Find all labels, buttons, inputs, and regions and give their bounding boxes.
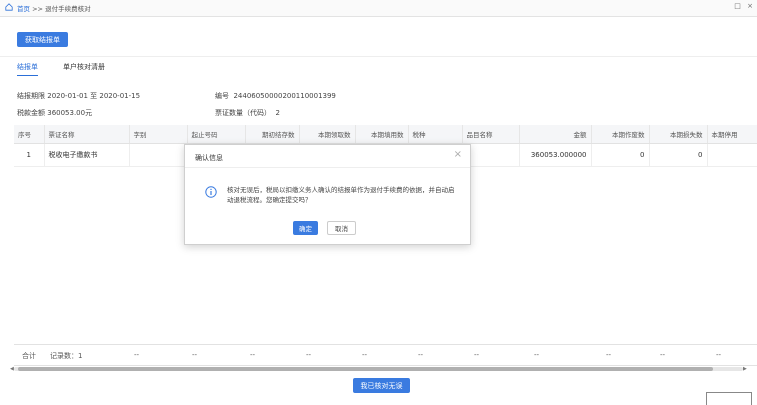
cell-type: [129, 143, 188, 167]
col-header[interactable]: 序号: [14, 125, 45, 144]
col-header[interactable]: 本期损失数: [649, 125, 708, 144]
amount-value: 360053.00元: [47, 109, 93, 117]
col-header[interactable]: 期初结存数: [245, 125, 300, 144]
dialog-title: 确认信息: [195, 154, 223, 162]
period-info: 结报期限 2020-01-01 至 2020-01-15: [17, 91, 140, 101]
col-header[interactable]: 金额: [519, 125, 592, 144]
totals-label: 合计: [22, 352, 36, 360]
cell-voided: 0: [591, 143, 650, 167]
close-icon[interactable]: ×: [454, 149, 462, 160]
breadcrumb: 首页 >> 退付手续费核对: [17, 3, 91, 13]
stamp-graphic: [706, 392, 752, 405]
home-icon[interactable]: [5, 3, 13, 11]
period-value: 2020-01-01 至 2020-01-15: [47, 92, 141, 100]
confirm-dialog: 确认信息 × 核对无误后，税局以扣缴义务人确认的结报单作为退付手续费的依据，并自…: [184, 144, 471, 245]
scrollbar-thumb[interactable]: [18, 367, 713, 371]
number-label: 编号: [215, 92, 229, 100]
totals-dash: --: [660, 351, 666, 359]
cell-amount: 360053.000000: [519, 143, 592, 167]
top-bar: 首页 >> 退付手续费核对 □ ×: [0, 0, 757, 17]
tab-settlement[interactable]: 结报单: [17, 62, 38, 76]
record-count: 记录数：1: [50, 352, 83, 360]
totals-dash: --: [474, 351, 480, 359]
col-header[interactable]: 本期停用: [707, 125, 757, 144]
number-info: 编号 244060500002001100013​99: [215, 91, 336, 101]
scroll-right-icon[interactable]: ▶: [743, 366, 747, 372]
totals-row: 合计 记录数：1 -- -- -- -- -- -- -- -- -- -- -…: [14, 344, 757, 366]
col-header[interactable]: 本期作废数: [591, 125, 650, 144]
col-header[interactable]: 品目名称: [462, 125, 520, 144]
col-header[interactable]: 本期领取数: [299, 125, 356, 144]
dialog-divider: [185, 167, 470, 168]
dialog-message: 核对无误后，税局以扣缴义务人确认的结报单作为退付手续费的依据，并自动启动退税流程…: [227, 186, 455, 204]
cancel-button[interactable]: 取消: [327, 221, 356, 235]
col-header[interactable]: 字别: [129, 125, 188, 144]
ticket-count-label: 票证数量（代码）: [215, 109, 271, 117]
amount-info: 税款金额 360053.00元: [17, 108, 92, 118]
totals-dash: --: [716, 351, 722, 359]
breadcrumb-separator: >>: [32, 5, 43, 13]
info-icon: [205, 186, 217, 198]
period-label: 结报期限: [17, 92, 45, 100]
totals-dash: --: [250, 351, 256, 359]
col-header[interactable]: 票证名称: [44, 125, 130, 144]
horizontal-scrollbar[interactable]: [14, 367, 743, 371]
ticket-count-info: 票证数量（代码） 2: [215, 108, 280, 118]
tab-household-check[interactable]: 单户核对清册: [63, 62, 105, 75]
totals-dash: --: [306, 351, 312, 359]
totals-dash: --: [418, 351, 424, 359]
col-header[interactable]: 起止号码: [187, 125, 246, 144]
totals-dash: --: [534, 351, 540, 359]
ticket-count-value: 2: [275, 109, 280, 117]
number-value: 244060500002001100013​99: [233, 92, 336, 100]
table-header-row: 序号 票证名称 字别 起止号码 期初结存数 本期领取数 本期填用数 税种 品目名…: [14, 125, 757, 144]
divider: [0, 56, 757, 57]
amount-label: 税款金额: [17, 109, 45, 117]
col-header[interactable]: 税种: [408, 125, 463, 144]
breadcrumb-current: 退付手续费核对: [45, 5, 91, 13]
restore-icon[interactable]: □: [734, 2, 741, 10]
ok-button[interactable]: 确定: [293, 221, 318, 235]
cell-stopped: [707, 143, 757, 167]
close-icon[interactable]: ×: [747, 2, 753, 10]
totals-dash: --: [134, 351, 140, 359]
totals-dash: --: [192, 351, 198, 359]
totals-dash: --: [362, 351, 368, 359]
totals-dash: --: [606, 351, 612, 359]
cell-ticket-name: 税收电子缴款书: [44, 143, 130, 167]
window-controls: □ ×: [730, 2, 753, 10]
breadcrumb-home[interactable]: 首页: [17, 5, 30, 13]
fetch-settlement-button[interactable]: 获取结报单: [17, 32, 68, 47]
confirm-checked-button[interactable]: 我已核对无误: [353, 378, 410, 393]
cell-index: 1: [14, 143, 45, 167]
col-header[interactable]: 本期填用数: [355, 125, 409, 144]
cell-lost: 0: [649, 143, 708, 167]
